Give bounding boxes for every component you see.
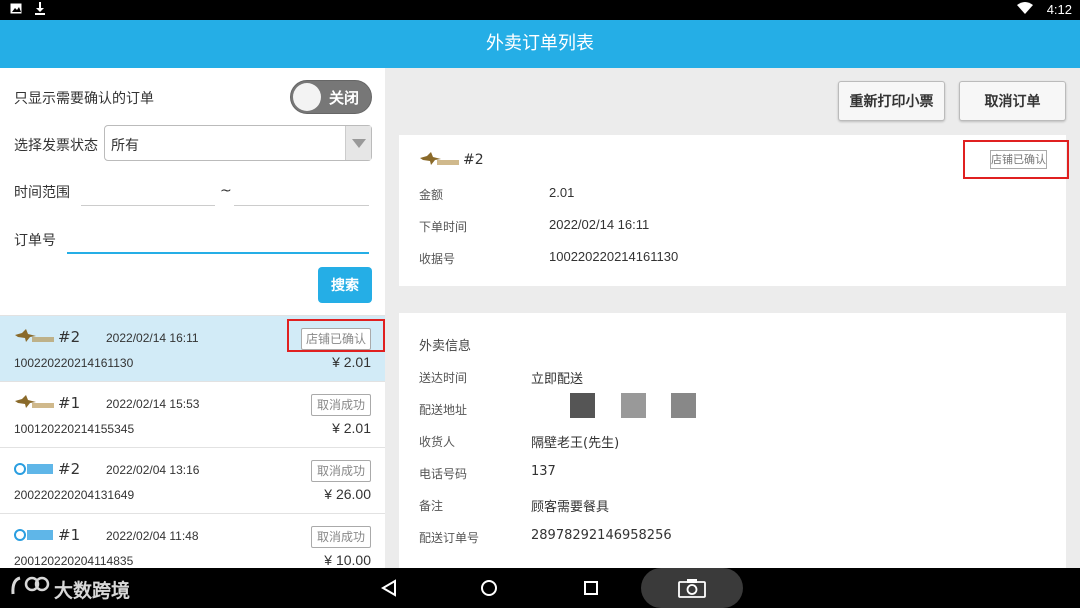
cancel-order-button[interactable]: 取消订单 (959, 81, 1066, 121)
redacted-block (570, 393, 595, 418)
meituan-logo-icon (14, 395, 56, 411)
delivery-address-label: 配送地址 (419, 403, 468, 417)
order-date: 2022/02/14 16:11 (106, 331, 199, 345)
recipient-value: 隔壁老王(先生) (531, 436, 620, 451)
status-badge: 取消成功 (311, 526, 371, 548)
meituan-logo-icon (14, 329, 56, 345)
camera-icon (678, 578, 706, 602)
end-date-input[interactable] (234, 178, 369, 206)
back-icon[interactable] (370, 568, 410, 608)
highlight-box (963, 140, 1069, 179)
time-range-separator: ~ (220, 183, 232, 199)
order-time-value: 2022/02/14 16:11 (549, 217, 650, 232)
note-value: 顾客需要餐具 (531, 500, 610, 515)
watermark: 大数跨境 (10, 574, 130, 605)
order-amount: ¥ 10.00 (324, 552, 371, 568)
toggle-label: 关闭 (329, 89, 360, 107)
clock-time: 4:12 (1046, 2, 1072, 17)
watermark-text: 大数跨境 (54, 580, 131, 602)
order-date: 2022/02/04 13:16 (106, 463, 200, 477)
order-seq: #1 (58, 394, 81, 412)
phone-label: 电话号码 (419, 467, 468, 481)
receipt-label: 收据号 (419, 252, 456, 266)
detail-order-seq: #2 (463, 152, 484, 168)
confirm-only-toggle[interactable]: 关闭 (290, 80, 372, 114)
order-number-label: 订单号 (14, 233, 56, 249)
redacted-block (621, 393, 646, 418)
order-id: 200220220204131649 (14, 488, 135, 502)
confirm-only-label: 只显示需要确认的订单 (14, 91, 154, 107)
invoice-status-label: 选择发票状态 (14, 138, 98, 154)
delivery-info-card: 外卖信息 送达时间 立即配送 配送地址 收货人 隔壁老王(先生) 电话号码 13… (399, 313, 1066, 568)
order-date: 2022/02/14 15:53 (106, 397, 200, 411)
delivery-time-label: 送达时间 (419, 371, 468, 385)
filter-panel: 只显示需要确认的订单 关闭 选择发票状态 所有 时间范围 ~ 订单号 搜索 #2… (0, 68, 385, 568)
recent-apps-icon[interactable] (571, 568, 611, 608)
order-detail-panel: 重新打印小票 取消订单 #2 店铺已确认 金额 2.01 下单时间 2022/0… (385, 68, 1080, 568)
order-list-item[interactable]: #1 2022/02/04 11:48 取消成功 200120220204114… (0, 513, 385, 568)
download-icon (34, 2, 46, 19)
order-list-item[interactable]: #2 2022/02/04 13:16 取消成功 200220220204131… (0, 447, 385, 513)
redacted-block (671, 393, 696, 418)
order-id: 200120220204114835 (14, 554, 134, 568)
receipt-value: 100220220214161130 (549, 249, 679, 264)
order-date: 2022/02/04 11:48 (106, 529, 199, 543)
navigation-bar: 大数跨境 (0, 568, 1080, 608)
invoice-status-select[interactable]: 所有 (104, 125, 372, 161)
order-seq: #2 (58, 328, 81, 346)
order-amount: ¥ 26.00 (324, 486, 371, 502)
status-bar: 4:12 (0, 0, 1080, 20)
start-date-input[interactable] (81, 178, 215, 206)
order-id: 100120220214155345 (14, 422, 135, 436)
highlight-box (287, 319, 385, 352)
amount-value: 2.01 (549, 185, 575, 200)
toggle-knob (293, 83, 321, 111)
delivery-number-value: 28978292146958256 (531, 528, 672, 543)
screenshot-button[interactable] (641, 568, 743, 608)
gallery-icon (10, 3, 22, 18)
order-time-label: 下单时间 (419, 220, 468, 234)
order-seq: #2 (58, 460, 81, 478)
status-badge: 取消成功 (311, 460, 371, 482)
watermark-logo-icon (10, 574, 50, 605)
wifi-icon (1016, 2, 1033, 17)
order-list: #2 2022/02/14 16:11 店铺已确认 10022022021416… (0, 315, 385, 568)
amount-label: 金额 (419, 188, 444, 202)
home-icon[interactable] (469, 568, 509, 608)
status-badge: 取消成功 (311, 394, 371, 416)
delivery-section-title: 外卖信息 (419, 339, 472, 354)
order-amount: ¥ 2.01 (332, 354, 371, 370)
order-number-input[interactable] (67, 226, 369, 254)
note-label: 备注 (419, 499, 444, 513)
reprint-receipt-button[interactable]: 重新打印小票 (838, 81, 945, 121)
page-title: 外卖订单列表 (0, 20, 1080, 68)
eleme-logo-icon (14, 461, 56, 477)
recipient-label: 收货人 (419, 435, 456, 449)
search-button[interactable]: 搜索 (318, 267, 372, 303)
order-list-item[interactable]: #1 2022/02/14 15:53 取消成功 100120220214155… (0, 381, 385, 447)
order-seq: #1 (58, 526, 81, 544)
phone-value: 137 (531, 464, 556, 479)
order-amount: ¥ 2.01 (332, 420, 371, 436)
meituan-logo-icon (419, 152, 461, 172)
chevron-down-icon[interactable] (345, 126, 371, 160)
invoice-status-value: 所有 (111, 138, 139, 154)
delivery-number-label: 配送订单号 (419, 531, 480, 545)
delivery-time-value: 立即配送 (531, 372, 584, 387)
eleme-logo-icon (14, 527, 56, 543)
order-id: 100220220214161130 (14, 356, 134, 370)
time-range-label: 时间范围 (14, 185, 70, 201)
